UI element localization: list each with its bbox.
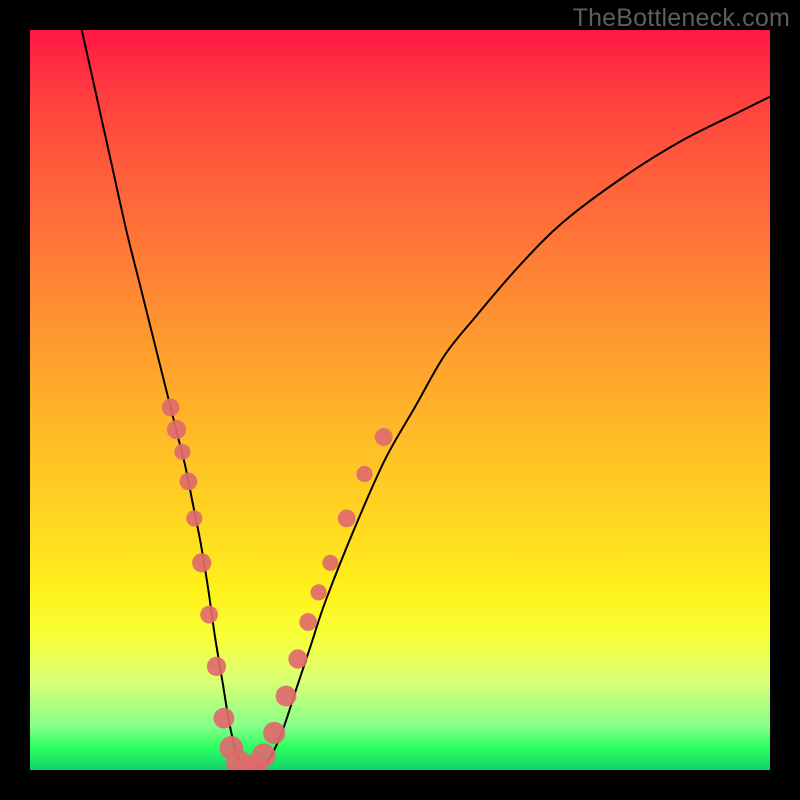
bead-point [207, 657, 226, 676]
bead-point [167, 420, 186, 439]
chart-frame: TheBottleneck.com [0, 0, 800, 800]
bead-point [311, 584, 327, 600]
bead-point [322, 555, 338, 571]
bead-point [375, 428, 393, 446]
bead-point [338, 510, 356, 528]
chart-svg [30, 30, 770, 770]
bead-point [263, 722, 285, 744]
bottleneck-curve [82, 30, 770, 770]
watermark-label: TheBottleneck.com [573, 4, 790, 33]
plot-area [30, 30, 770, 770]
curve-beads [162, 399, 393, 771]
bead-point [186, 510, 202, 526]
bead-point [252, 743, 276, 767]
bead-point [162, 399, 180, 417]
bead-point [299, 613, 317, 631]
bead-point [214, 708, 235, 729]
bead-point [276, 686, 297, 707]
bead-point [174, 444, 190, 460]
bead-point [288, 649, 307, 668]
bead-point [192, 553, 211, 572]
bead-point [200, 606, 218, 624]
bead-point [180, 473, 198, 491]
bead-point [356, 466, 372, 482]
